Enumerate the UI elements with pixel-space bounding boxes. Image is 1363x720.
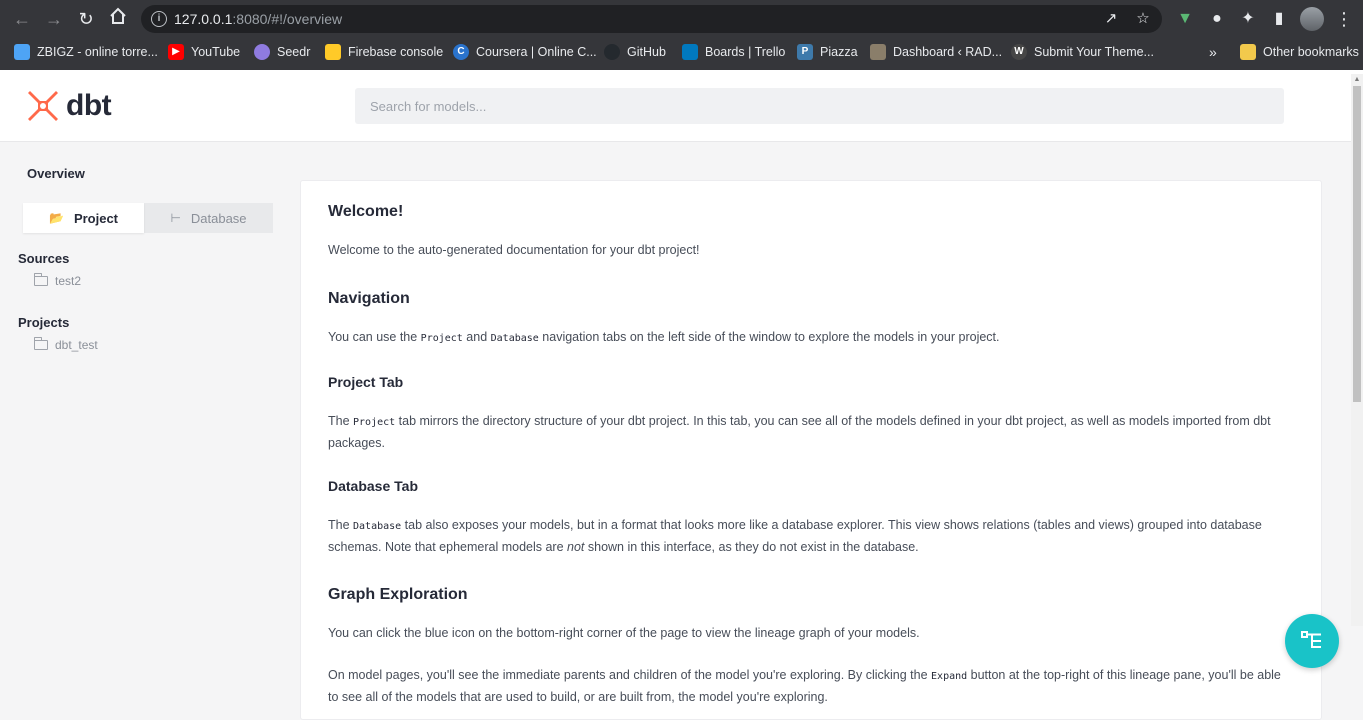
dbt-logo-icon <box>28 91 58 121</box>
reload-icon[interactable]: ↻ <box>74 7 98 31</box>
sidebar: Overview 📂 Project ⊢ Database Sources te… <box>0 143 290 696</box>
folder-icon <box>33 273 48 286</box>
folder-icon <box>33 337 48 350</box>
bookmark-label: Seedr <box>277 45 311 59</box>
lineage-graph-button[interactable] <box>1285 614 1339 668</box>
other-bookmarks[interactable]: Other bookmarks <box>1240 42 1359 62</box>
extension-icon[interactable]: ● <box>1206 8 1228 30</box>
overview-panel: Welcome! Welcome to the auto-generated d… <box>300 180 1322 720</box>
profile-avatar[interactable] <box>1300 7 1324 31</box>
firebase-icon <box>325 44 341 60</box>
bookmark-star-icon[interactable]: ☆ <box>1134 11 1152 27</box>
source-item-label: test2 <box>55 274 82 288</box>
bookmark-label: YouTube <box>191 45 241 59</box>
bookmark-label: Boards | Trello <box>705 45 786 59</box>
bookmark-label: Piazza <box>820 45 858 59</box>
scroll-up-icon[interactable]: ▲ <box>1353 76 1361 84</box>
graph-exploration-heading: Graph Exploration <box>328 586 468 603</box>
bookmark-wordpress[interactable]: W Submit Your Theme... <box>1011 42 1154 62</box>
tab-database-label: Database <box>190 210 247 226</box>
source-item-test2[interactable]: test2 <box>33 273 82 288</box>
shield-extension-icon[interactable]: ▼ <box>1174 8 1196 30</box>
header: dbt <box>0 70 1363 142</box>
other-bookmarks-label: Other bookmarks <box>1263 45 1359 59</box>
database-tab-text: The Database tab also exposes your model… <box>328 518 1262 554</box>
folder-open-icon: 📂 <box>48 211 64 225</box>
github-icon <box>604 44 620 60</box>
bookmark-github[interactable]: GitHub <box>604 42 666 62</box>
youtube-icon: ▶ <box>168 44 184 60</box>
bookmark-dashboard[interactable]: Dashboard ‹ RAD... <box>870 42 1002 62</box>
bookmark-coursera[interactable]: C Coursera | Online C... <box>453 42 597 62</box>
bookmark-label: ZBIGZ - online torre... <box>37 45 158 59</box>
scrollbar-thumb[interactable] <box>1353 86 1361 402</box>
tab-database[interactable]: ⊢ Database <box>144 203 273 233</box>
seedr-icon <box>254 44 270 60</box>
piazza-icon: P <box>797 44 813 60</box>
project-tab-text: The Project tab mirrors the directory st… <box>328 414 1271 450</box>
sources-label: Sources <box>18 251 70 266</box>
browser-menu-icon[interactable]: ⋮ <box>1335 7 1353 31</box>
tab-project-label: Project <box>73 210 119 226</box>
dbt-docs-page: dbt Overview 📂 Project ⊢ Database Source… <box>0 70 1363 720</box>
dashboard-icon <box>870 44 886 60</box>
logo-text: dbt <box>66 89 112 122</box>
trello-icon <box>682 44 698 60</box>
database-tree-icon: ⊢ <box>170 211 181 225</box>
bookmark-piazza[interactable]: P Piazza <box>797 42 858 62</box>
bookmark-label: Submit Your Theme... <box>1034 45 1154 59</box>
project-item-label: dbt_test <box>55 338 98 352</box>
bookmark-label: Dashboard ‹ RAD... <box>893 45 1003 59</box>
welcome-heading: Welcome! <box>328 203 404 220</box>
bookmark-trello[interactable]: Boards | Trello <box>682 42 785 62</box>
dbt-logo[interactable]: dbt <box>26 87 112 125</box>
address-bar[interactable]: i 127.0.0.1:8080/#!/overview ↗ ☆ <box>141 5 1162 33</box>
bookmarks-overflow[interactable]: » <box>1209 42 1217 62</box>
nav-tabs: 📂 Project ⊢ Database <box>23 203 273 233</box>
bookmark-label: Firebase console <box>348 45 444 59</box>
forward-icon[interactable]: → <box>42 7 66 31</box>
tab-project[interactable]: 📂 Project <box>23 203 144 233</box>
bookmark-firebase[interactable]: Firebase console <box>325 42 443 62</box>
browser-toolbar: ← → ↻ i 127.0.0.1:8080/#!/overview ↗ ☆ ▼… <box>0 0 1363 38</box>
home-icon[interactable] <box>106 7 130 31</box>
bookmark-seedr[interactable]: Seedr <box>254 42 310 62</box>
back-icon[interactable]: ← <box>10 7 34 31</box>
bookmarks-bar: ZBIGZ - online torre... ▶ YouTube Seedr F… <box>0 38 1363 66</box>
site-info-icon[interactable]: i <box>151 11 167 27</box>
browser-chrome: ← → ↻ i 127.0.0.1:8080/#!/overview ↗ ☆ ▼… <box>0 0 1363 70</box>
project-tab-heading: Project Tab <box>328 374 404 390</box>
graph-exploration-text: You can click the blue icon on the botto… <box>328 626 920 640</box>
welcome-text: Welcome to the auto-generated documentat… <box>328 243 700 257</box>
folder-icon <box>1240 44 1256 60</box>
side-panel-icon[interactable]: ▮ <box>1268 8 1290 30</box>
overview-link[interactable]: Overview <box>27 166 85 181</box>
lineage-graph-icon <box>1301 631 1321 648</box>
bookmark-label: GitHub <box>627 45 666 59</box>
share-icon[interactable]: ↗ <box>1102 11 1120 27</box>
projects-label: Projects <box>18 315 70 330</box>
bookmark-label: Coursera | Online C... <box>476 45 597 59</box>
cloud-icon <box>14 44 30 60</box>
database-tab-heading: Database Tab <box>328 478 418 494</box>
puzzle-extensions-icon[interactable]: ✦ <box>1237 8 1259 30</box>
bookmark-youtube[interactable]: ▶ YouTube <box>168 42 240 62</box>
search-input[interactable] <box>355 88 1284 124</box>
wordpress-icon: W <box>1011 44 1027 60</box>
navigation-heading: Navigation <box>328 290 410 307</box>
model-pages-text: On model pages, you'll see the immediate… <box>328 668 1281 704</box>
coursera-icon: C <box>453 44 469 60</box>
project-item-dbt-test[interactable]: dbt_test <box>33 337 98 352</box>
url-text[interactable]: 127.0.0.1:8080/#!/overview <box>174 11 342 27</box>
bookmark-zbigz[interactable]: ZBIGZ - online torre... <box>14 42 158 62</box>
navigation-text: You can use the Project and Database nav… <box>328 330 1000 344</box>
